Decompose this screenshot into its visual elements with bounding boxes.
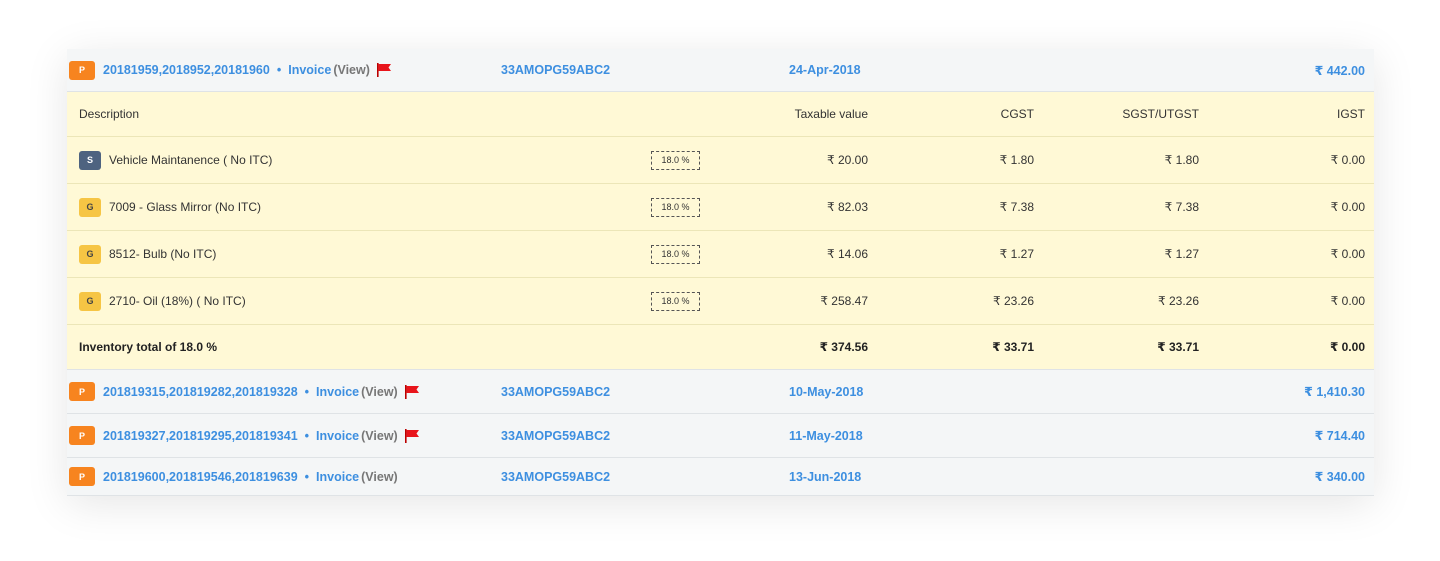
invoice-reference: P 201819315,201819282,201819328 • Invoic… — [69, 370, 420, 413]
header-igst: IGST — [1336, 107, 1365, 121]
total-cgst: ₹ 33.71 — [992, 340, 1034, 354]
goods-badge: G — [79, 291, 101, 311]
view-link[interactable]: (View) — [361, 385, 398, 399]
invoice-date: 10-May-2018 — [789, 384, 864, 399]
total-label: Inventory total of 18.0 % — [79, 340, 218, 354]
item-cgst: ₹ 7.38 — [999, 200, 1034, 214]
invoice-reference: P 201819327,201819295,201819341 • Invoic… — [69, 414, 420, 457]
invoice-row[interactable]: P 201819315,201819282,201819328 • Invoic… — [67, 370, 1374, 414]
item-igst: ₹ 0.00 — [1330, 153, 1365, 167]
separator-dot: • — [304, 428, 310, 443]
tax-rate-box[interactable]: 18.0 % — [651, 197, 700, 217]
invoice-row[interactable]: P 20181959,2018952,20181960 • Invoice (V… — [67, 49, 1374, 92]
item-igst: ₹ 0.00 — [1330, 247, 1365, 261]
item-row: G 7009 - Glass Mirror (No ITC) 18.0 % ₹ … — [67, 184, 1374, 231]
item-cgst: ₹ 1.27 — [999, 247, 1034, 261]
view-link[interactable]: (View) — [333, 63, 370, 77]
item-sgst: ₹ 1.80 — [1164, 153, 1199, 167]
item-description: Vehicle Maintanence ( No ITC) — [109, 153, 273, 167]
item-description: 2710- Oil (18%) ( No ITC) — [109, 294, 246, 308]
purchase-badge: P — [69, 60, 95, 80]
item-cgst: ₹ 23.26 — [993, 294, 1034, 308]
goods-badge: G — [79, 244, 101, 264]
invoice-row[interactable]: P 201819327,201819295,201819341 • Invoic… — [67, 414, 1374, 458]
invoice-numbers[interactable]: 20181959,2018952,20181960 — [103, 63, 270, 77]
invoice-reference: P 20181959,2018952,20181960 • Invoice (V… — [69, 49, 392, 91]
tax-rate-box[interactable]: 18.0 % — [651, 291, 700, 311]
invoice-reference: P 201819600,201819546,201819639 • Invoic… — [69, 458, 398, 495]
invoice-date: 13-Jun-2018 — [789, 469, 862, 484]
gstin: 33AMOPG59ABC2 — [501, 469, 611, 484]
invoice-items-table: Description Taxable value CGST SGST/UTGS… — [67, 92, 1374, 370]
invoice-type-link[interactable]: Invoice — [316, 470, 359, 484]
view-link[interactable]: (View) — [361, 470, 398, 484]
invoice-numbers[interactable]: 201819600,201819546,201819639 — [103, 470, 298, 484]
invoice-list-card: P 20181959,2018952,20181960 • Invoice (V… — [67, 49, 1374, 496]
gstin: 33AMOPG59ABC2 — [501, 428, 611, 443]
item-sgst: ₹ 1.27 — [1164, 247, 1199, 261]
tax-rate-box[interactable]: 18.0 % — [651, 244, 700, 264]
gstin: 33AMOPG59ABC2 — [501, 63, 611, 77]
header-description: Description — [79, 107, 140, 121]
invoice-date: 11-May-2018 — [789, 428, 863, 443]
purchase-badge: P — [69, 382, 95, 401]
item-taxable-value: ₹ 82.03 — [827, 200, 868, 214]
total-sgst: ₹ 33.71 — [1157, 340, 1199, 354]
invoice-date: 24-Apr-2018 — [789, 63, 861, 77]
item-taxable-value: ₹ 258.47 — [820, 294, 868, 308]
items-header-row: Description Taxable value CGST SGST/UTGS… — [67, 92, 1374, 137]
purchase-badge: P — [69, 467, 95, 486]
item-row: S Vehicle Maintanence ( No ITC) 18.0 % ₹… — [67, 137, 1374, 184]
invoice-type-link[interactable]: Invoice — [316, 385, 359, 399]
flag-icon[interactable] — [376, 63, 392, 77]
invoice-type-link[interactable]: Invoice — [288, 63, 331, 77]
flag-icon[interactable] — [404, 384, 420, 399]
invoice-numbers[interactable]: 201819327,201819295,201819341 — [103, 429, 298, 443]
item-row: G 8512- Bulb (No ITC) 18.0 % ₹ 14.06 ₹ 1… — [67, 231, 1374, 278]
item-taxable-value: ₹ 20.00 — [827, 153, 868, 167]
invoice-amount: ₹ 442.00 — [1314, 63, 1365, 78]
item-igst: ₹ 0.00 — [1330, 294, 1365, 308]
goods-badge: G — [79, 197, 101, 217]
item-sgst: ₹ 23.26 — [1158, 294, 1199, 308]
header-taxable-value: Taxable value — [794, 107, 868, 121]
invoice-amount: ₹ 1,410.30 — [1304, 385, 1365, 399]
item-sgst: ₹ 7.38 — [1164, 200, 1199, 214]
gstin: 33AMOPG59ABC2 — [501, 384, 611, 399]
separator-dot: • — [304, 469, 310, 484]
invoice-type-link[interactable]: Invoice — [316, 429, 359, 443]
flag-icon[interactable] — [404, 428, 420, 443]
header-cgst: CGST — [1000, 107, 1034, 121]
tax-rate-box[interactable]: 18.0 % — [651, 150, 700, 170]
purchase-badge: P — [69, 426, 95, 445]
invoice-amount: ₹ 340.00 — [1314, 470, 1365, 484]
item-cgst: ₹ 1.80 — [999, 153, 1034, 167]
item-description: 8512- Bulb (No ITC) — [109, 247, 217, 261]
service-badge: S — [79, 150, 101, 170]
item-description: 7009 - Glass Mirror (No ITC) — [109, 200, 262, 214]
header-sgst: SGST/UTGST — [1122, 107, 1199, 121]
separator-dot: • — [276, 63, 282, 77]
invoice-numbers[interactable]: 201819315,201819282,201819328 — [103, 385, 298, 399]
view-link[interactable]: (View) — [361, 429, 398, 443]
total-taxable-value: ₹ 374.56 — [819, 340, 868, 354]
total-igst: ₹ 0.00 — [1329, 340, 1365, 354]
separator-dot: • — [304, 384, 310, 399]
invoice-row[interactable]: P 201819600,201819546,201819639 • Invoic… — [67, 458, 1374, 496]
inventory-total-row: Inventory total of 18.0 % ₹ 374.56 ₹ 33.… — [67, 325, 1374, 370]
invoice-amount: ₹ 714.40 — [1314, 429, 1365, 443]
item-igst: ₹ 0.00 — [1330, 200, 1365, 214]
item-taxable-value: ₹ 14.06 — [827, 247, 868, 261]
item-row: G 2710- Oil (18%) ( No ITC) 18.0 % ₹ 258… — [67, 278, 1374, 325]
